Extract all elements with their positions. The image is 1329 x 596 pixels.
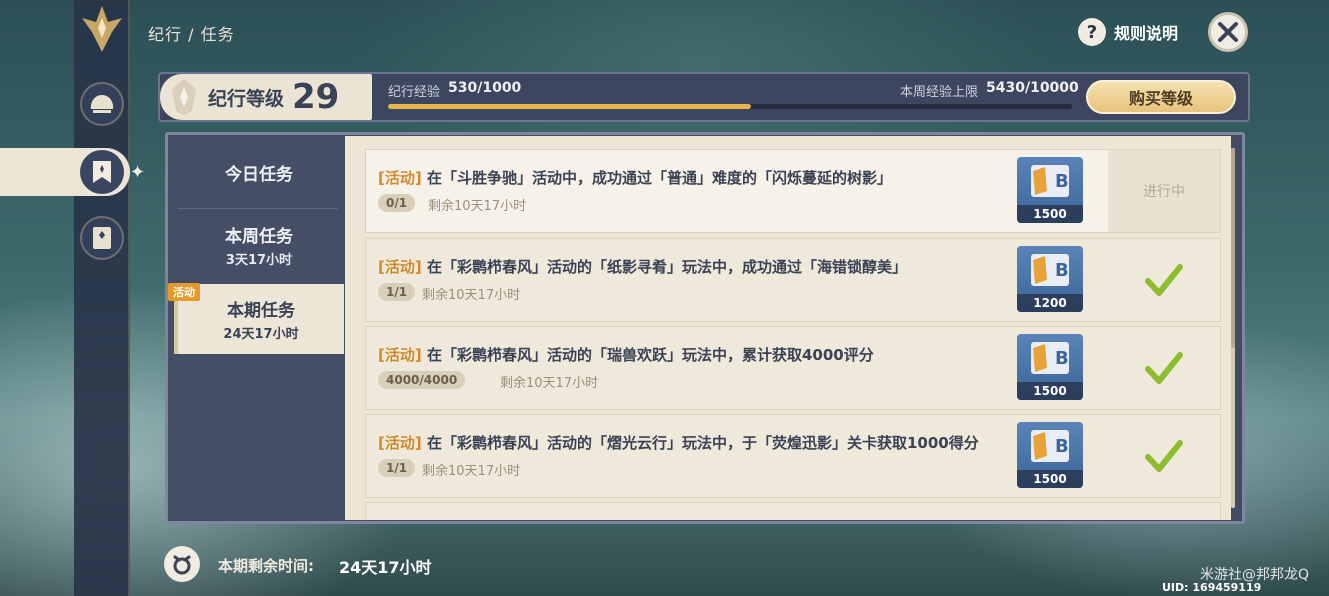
level-value: 29 <box>292 77 340 117</box>
task-banner-icon[interactable] <box>80 150 124 194</box>
task-tag: [活动] <box>378 434 422 452</box>
task-remaining: 剩余10天17小时 <box>500 376 599 391</box>
exp-ticket-icon: B <box>1031 254 1069 286</box>
event-badge: 活动 <box>168 283 200 301</box>
level-box: 纪行等级 29 <box>160 74 372 120</box>
close-button[interactable] <box>1208 12 1248 52</box>
uid-label: UID: 169459119 <box>1162 581 1262 594</box>
task-status <box>1108 327 1220 409</box>
level-emblem-icon <box>172 79 196 115</box>
tab-daily-tasks[interactable]: 今日任务 <box>174 140 344 204</box>
task-text: 在「彩鹮栉春风」活动的「熠光云行」玩法中，于「荧煌迅影」关卡获取1000得分 <box>426 434 979 452</box>
task-list-scrollbar[interactable] <box>1231 148 1235 508</box>
tab-divider <box>178 208 338 209</box>
task-tag: [活动] <box>378 169 422 187</box>
reward-item[interactable]: B 1200 <box>1017 246 1083 312</box>
task-status <box>1108 239 1220 321</box>
experience-value: 530/1000 <box>448 80 522 96</box>
task-progress: 0/1 <box>378 194 416 212</box>
tab-label: 本周任务 <box>225 227 293 247</box>
reward-item[interactable]: B 1500 <box>1017 334 1083 400</box>
task-row[interactable]: [活动] 在「斗胜争驰」活动中，成功通过「普通」难度的「闪烁蔓延的树影」 0/1… <box>365 149 1221 233</box>
svg-text:B: B <box>1055 171 1069 192</box>
timer-icon <box>164 546 200 582</box>
reward-count: 1500 <box>1017 382 1083 400</box>
reward-count: 1200 <box>1017 294 1083 312</box>
tab-weekly-tasks[interactable]: 本周任务 3天17小时 <box>174 212 344 278</box>
task-row[interactable]: [活动] 在「彩鹮栉春风」活动的「瑞兽欢跃」玩法中，累计获取4000评分 400… <box>365 326 1221 410</box>
tab-countdown: 24天17小时 <box>223 327 299 342</box>
weekly-cap-value: 5430/10000 <box>986 80 1079 96</box>
task-progress: 1/1 <box>378 459 416 477</box>
task-text: 在「彩鹮栉春风」活动的「瑞兽欢跃」玩法中，累计获取4000评分 <box>426 346 874 364</box>
task-status: 进行中 <box>1108 150 1220 232</box>
svg-text:B: B <box>1055 260 1069 281</box>
task-row[interactable]: [活动] 在「彩鹮栉春风」活动的「熠光云行」玩法中，于「荧煌迅影」关卡获取100… <box>365 414 1221 498</box>
task-title: [活动] 在「斗胜争驰」活动中，成功通过「普通」难度的「闪烁蔓延的树影」 <box>378 167 892 188</box>
task-text: 在「彩鹮栉春风」活动的「纸影寻肴」玩法中，成功通过「海错锁醇美」 <box>426 258 907 276</box>
exp-ticket-icon: B <box>1031 430 1069 462</box>
battle-pass-logo-icon <box>82 6 122 52</box>
sparkle-icon: ✦ <box>130 162 146 183</box>
svg-text:B: B <box>1055 436 1069 457</box>
svg-text:B: B <box>1055 348 1069 369</box>
task-remaining: 剩余10天17小时 <box>422 288 521 303</box>
task-title: [活动] 在「彩鹮栉春风」活动的「熠光云行」玩法中，于「荧煌迅影」关卡获取100… <box>378 432 979 453</box>
breadcrumb: 纪行 / 任务 <box>148 25 235 44</box>
task-remaining: 剩余10天17小时 <box>428 199 527 214</box>
question-icon: ? <box>1078 18 1106 46</box>
task-tag: [活动] <box>378 258 422 276</box>
season-remaining-value: 24天17小时 <box>339 558 432 577</box>
task-row-partial[interactable] <box>365 502 1221 520</box>
checkmark-icon <box>1145 352 1183 384</box>
task-tag: [活动] <box>378 346 422 364</box>
task-title: [活动] 在「彩鹮栉春风」活动的「瑞兽欢跃」玩法中，累计获取4000评分 <box>378 344 874 365</box>
exp-ticket-icon: B <box>1031 165 1069 197</box>
task-text: 在「斗胜争驰」活动中，成功通过「普通」难度的「闪烁蔓延的树影」 <box>426 169 892 187</box>
weekly-cap-label: 本周经验上限 <box>900 85 979 100</box>
level-label: 纪行等级 <box>208 87 285 110</box>
task-progress: 1/1 <box>378 283 416 301</box>
rules-help-label: 规则说明 <box>1114 24 1179 43</box>
task-title: [活动] 在「彩鹮栉春风」活动的「纸影寻肴」玩法中，成功通过「海错锁醇美」 <box>378 256 907 277</box>
task-remaining: 剩余10天17小时 <box>422 464 521 479</box>
tab-countdown: 3天17小时 <box>225 253 293 268</box>
shell-icon[interactable] <box>80 82 124 126</box>
checkmark-icon <box>1145 264 1183 296</box>
buy-level-button[interactable]: 购买等级 <box>1086 80 1236 114</box>
letter-icon[interactable] <box>80 216 124 260</box>
reward-count: 1500 <box>1017 205 1083 223</box>
reward-count: 1500 <box>1017 470 1083 488</box>
task-progress: 4000/4000 <box>378 371 466 389</box>
experience-progress-bar <box>388 104 1072 109</box>
reward-item[interactable]: B 1500 <box>1017 422 1083 488</box>
tab-label: 今日任务 <box>225 164 293 185</box>
experience-label: 纪行经验 <box>388 85 441 100</box>
checkmark-icon <box>1145 440 1183 472</box>
season-remaining-label: 本期剩余时间: <box>218 557 314 575</box>
tab-label: 本期任务 <box>227 301 295 321</box>
rules-help-button[interactable]: ? 规则说明 <box>1078 18 1178 46</box>
experience-progress-fill <box>388 104 751 109</box>
scrollbar-thumb[interactable] <box>1231 148 1235 348</box>
task-list: [活动] 在「斗胜争驰」活动中，成功通过「普通」难度的「闪烁蔓延的树影」 0/1… <box>345 136 1231 520</box>
task-row[interactable]: [活动] 在「彩鹮栉春风」活动的「纸影寻肴」玩法中，成功通过「海错锁醇美」 1/… <box>365 238 1221 322</box>
close-icon <box>1218 22 1238 42</box>
task-status <box>1108 415 1220 497</box>
exp-ticket-icon: B <box>1031 342 1069 374</box>
reward-item[interactable]: B 1500 <box>1017 157 1083 223</box>
